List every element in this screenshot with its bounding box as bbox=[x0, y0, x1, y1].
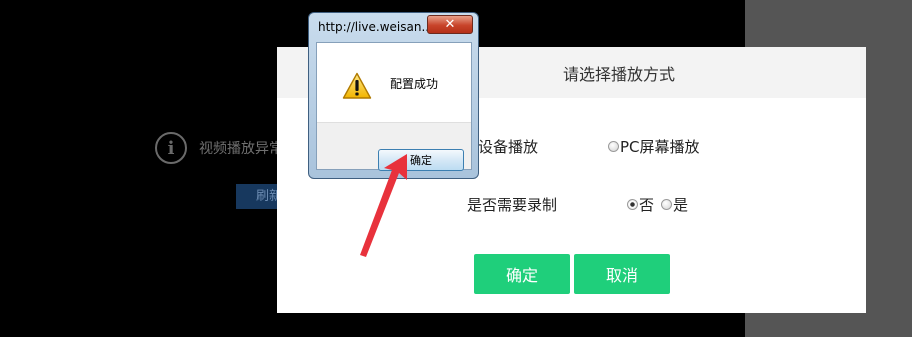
red-arrow-annotation bbox=[360, 154, 407, 257]
